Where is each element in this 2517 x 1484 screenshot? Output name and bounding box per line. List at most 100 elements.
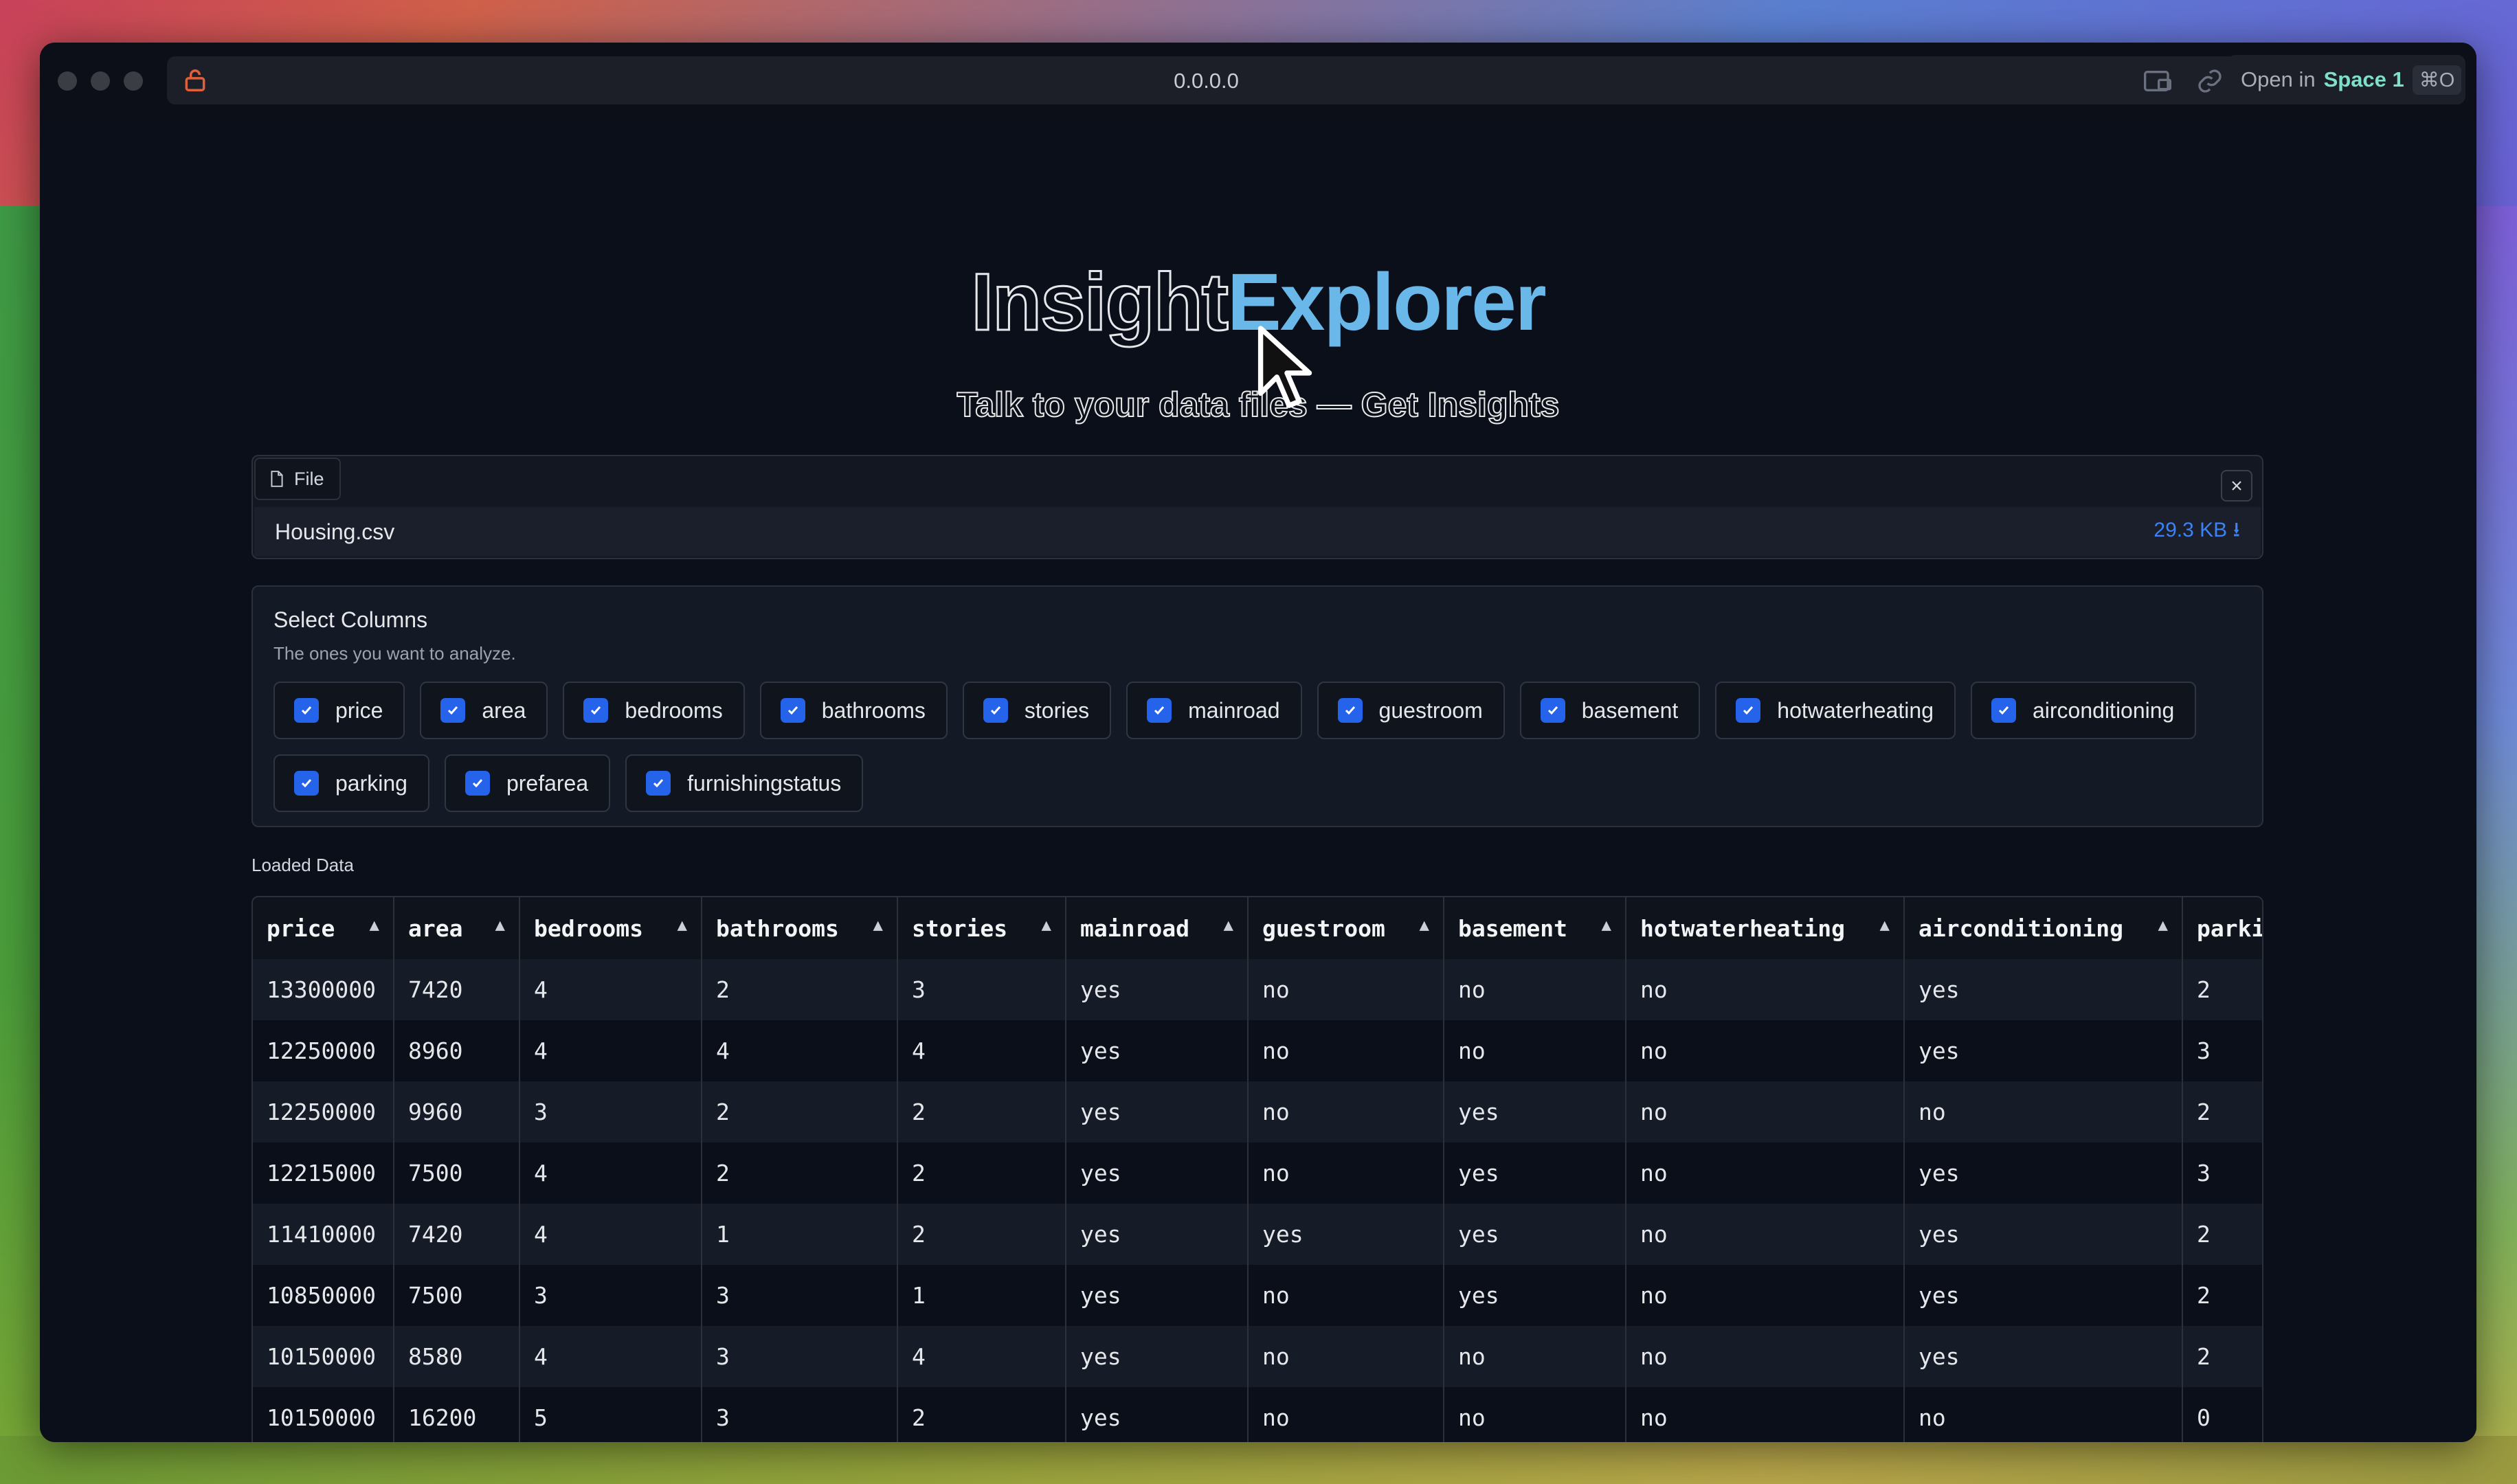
column-header-basement[interactable]: basement ▲ [1444, 897, 1626, 959]
checkbox-checked-icon[interactable] [1736, 698, 1761, 723]
table-cell[interactable]: no [1444, 1326, 1626, 1387]
table-cell[interactable]: 1 [897, 1265, 1066, 1326]
table-cell[interactable]: 7420 [394, 1204, 520, 1265]
table-cell[interactable]: yes [1904, 1143, 2183, 1204]
table-cell[interactable]: 3 [2182, 1143, 2262, 1204]
column-checkbox-furnishingstatus[interactable]: furnishingstatus [625, 754, 864, 812]
table-row[interactable]: 12250000 9960 3 2 2 yes no yes no no 2 [253, 1081, 2262, 1143]
table-cell[interactable]: 2 [2182, 959, 2262, 1020]
table-cell[interactable]: no [1248, 1020, 1444, 1081]
table-cell[interactable]: 3 [519, 1081, 702, 1143]
table-cell[interactable]: no [1626, 1326, 1905, 1387]
table-cell[interactable]: 11410000 [253, 1204, 394, 1265]
checkbox-checked-icon[interactable] [1540, 698, 1565, 723]
checkbox-checked-icon[interactable] [1147, 698, 1172, 723]
table-cell[interactable]: yes [1066, 1204, 1249, 1265]
table-cell[interactable]: 4 [897, 1020, 1066, 1081]
table-cell[interactable]: 16200 [394, 1387, 520, 1442]
table-cell[interactable]: 2 [897, 1387, 1066, 1442]
table-cell[interactable]: 3 [702, 1265, 898, 1326]
checkbox-checked-icon[interactable] [294, 698, 319, 723]
column-header-parkin[interactable]: parkin [2182, 897, 2262, 959]
column-header-hotwaterheating[interactable]: hotwaterheating ▲ [1626, 897, 1905, 959]
column-header-stories[interactable]: stories ▲ [897, 897, 1066, 959]
table-cell[interactable]: 13300000 [253, 959, 394, 1020]
table-cell[interactable]: no [1444, 1387, 1626, 1442]
table-cell[interactable]: 2 [2182, 1204, 2262, 1265]
sort-ascending-icon[interactable]: ▲ [1420, 915, 1429, 934]
table-cell[interactable]: yes [1444, 1265, 1626, 1326]
file-download-link[interactable]: 29.3 KB ⭳ [2154, 515, 2240, 550]
column-header-price[interactable]: price ▲ [253, 897, 394, 959]
table-cell[interactable]: yes [1904, 1020, 2183, 1081]
table-cell[interactable]: no [1904, 1387, 2183, 1442]
table-cell[interactable]: 2 [2182, 1265, 2262, 1326]
address-bar[interactable]: 0.0.0.0 [167, 56, 2246, 104]
table-cell[interactable]: no [1626, 959, 1905, 1020]
table-cell[interactable]: no [1444, 959, 1626, 1020]
table-cell[interactable]: no [1626, 1204, 1905, 1265]
column-checkbox-stories[interactable]: stories [962, 682, 1112, 739]
sort-ascending-icon[interactable]: ▲ [495, 915, 505, 934]
sort-ascending-icon[interactable]: ▲ [1880, 915, 1890, 934]
table-cell[interactable]: 5 [519, 1387, 702, 1442]
column-header-bathrooms[interactable]: bathrooms ▲ [702, 897, 898, 959]
table-cell[interactable]: no [1626, 1387, 1905, 1442]
table-cell[interactable]: yes [1066, 1265, 1249, 1326]
table-row[interactable]: 10150000 16200 5 3 2 yes no no no no 0 [253, 1387, 2262, 1442]
sort-ascending-icon[interactable]: ▲ [370, 915, 379, 934]
data-table[interactable]: price ▲ area ▲ bedrooms ▲ bathrooms ▲ stories ▲ ma… [251, 896, 2263, 1442]
table-cell[interactable]: 2 [897, 1204, 1066, 1265]
table-cell[interactable]: 9960 [394, 1081, 520, 1143]
table-cell[interactable]: 0 [2182, 1387, 2262, 1442]
column-checkbox-basement[interactable]: basement [1519, 682, 1701, 739]
checkbox-checked-icon[interactable] [1991, 698, 2016, 723]
table-cell[interactable]: 4 [519, 1143, 702, 1204]
sort-ascending-icon[interactable]: ▲ [2158, 915, 2168, 934]
checkbox-checked-icon[interactable] [983, 698, 1008, 723]
table-cell[interactable]: no [1248, 1265, 1444, 1326]
table-cell[interactable]: no [1904, 1081, 2183, 1143]
table-cell[interactable]: 2 [2182, 1081, 2262, 1143]
table-cell[interactable]: yes [1066, 1143, 1249, 1204]
zoom-window-button[interactable] [124, 71, 143, 91]
column-checkbox-mainroad[interactable]: mainroad [1126, 682, 1302, 739]
table-cell[interactable]: 10850000 [253, 1265, 394, 1326]
table-cell[interactable]: yes [1904, 959, 2183, 1020]
checkbox-checked-icon[interactable] [294, 771, 319, 796]
close-icon[interactable] [2230, 479, 2244, 493]
table-cell[interactable]: yes [1444, 1204, 1626, 1265]
table-cell[interactable]: 3 [702, 1326, 898, 1387]
table-row[interactable]: 12215000 7500 4 2 2 yes no yes no yes 3 [253, 1143, 2262, 1204]
table-cell[interactable]: yes [1066, 1081, 1249, 1143]
column-checkbox-prefarea[interactable]: prefarea [444, 754, 611, 812]
table-cell[interactable]: 2 [897, 1143, 1066, 1204]
sort-ascending-icon[interactable]: ▲ [1224, 915, 1233, 934]
table-cell[interactable]: 2 [702, 959, 898, 1020]
column-checkbox-area[interactable]: area [420, 682, 548, 739]
table-cell[interactable]: no [1626, 1081, 1905, 1143]
table-cell[interactable]: 12215000 [253, 1143, 394, 1204]
table-cell[interactable]: yes [1066, 1387, 1249, 1442]
url-text[interactable]: 0.0.0.0 [167, 69, 2246, 93]
table-row[interactable]: 10150000 8580 4 3 4 yes no no no yes 2 [253, 1326, 2262, 1387]
column-checkbox-airconditioning[interactable]: airconditioning [1970, 682, 2197, 739]
sort-ascending-icon[interactable]: ▲ [873, 915, 883, 934]
table-cell[interactable]: 4 [702, 1020, 898, 1081]
table-cell[interactable]: 12250000 [253, 1020, 394, 1081]
table-cell[interactable]: 3 [519, 1265, 702, 1326]
table-cell[interactable]: no [1626, 1020, 1905, 1081]
link-icon[interactable] [2195, 67, 2225, 95]
table-row[interactable]: 12250000 8960 4 4 4 yes no no no yes 3 [253, 1020, 2262, 1081]
column-header-area[interactable]: area ▲ [394, 897, 520, 959]
table-cell[interactable]: 4 [519, 1204, 702, 1265]
table-cell[interactable]: no [1248, 1387, 1444, 1442]
table-cell[interactable]: no [1248, 1081, 1444, 1143]
table-cell[interactable]: yes [1066, 1326, 1249, 1387]
close-window-button[interactable] [58, 71, 77, 91]
table-row[interactable]: 13300000 7420 4 2 3 yes no no no yes 2 [253, 959, 2262, 1020]
column-checkbox-bedrooms[interactable]: bedrooms [563, 682, 745, 739]
table-cell[interactable]: 4 [519, 1020, 702, 1081]
table-cell[interactable]: 4 [519, 959, 702, 1020]
column-header-mainroad[interactable]: mainroad ▲ [1066, 897, 1249, 959]
